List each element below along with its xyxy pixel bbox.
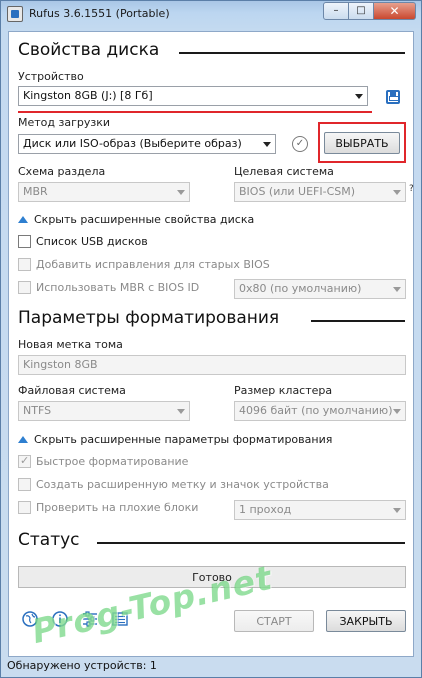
boot-selection-label: Метод загрузки <box>18 116 111 129</box>
boot-selection-dropdown[interactable]: Диск или ISO-образ (Выберите образ) <box>18 134 276 154</box>
cluster-size-value: 4096 байт (по умолчанию) <box>239 404 393 417</box>
mbr-bios-id-checkbox[interactable] <box>18 281 31 294</box>
progress-text: Готово <box>192 570 232 584</box>
collapse-arrow-icon <box>18 216 28 223</box>
file-system-value: NTFS <box>23 404 52 417</box>
bad-blocks-label: Проверить на плохие блоки <box>36 501 199 514</box>
window-title: Rufus 3.6.1551 (Portable) <box>29 7 170 20</box>
start-button[interactable]: СТАРТ <box>234 610 314 632</box>
chevron-down-icon <box>393 409 401 414</box>
passes-dropdown[interactable]: 1 проход <box>234 500 406 520</box>
device-dropdown[interactable]: Kingston 8GB (J:) [8 Гб] <box>18 86 368 106</box>
window-controls: – □ ✕ <box>323 2 416 20</box>
drive-advanced-toggle-label: Скрыть расширенные свойства диска <box>34 213 255 226</box>
target-system-label: Целевая система <box>234 165 334 178</box>
info-icon[interactable] <box>51 610 69 628</box>
status-heading: Статус <box>18 530 80 550</box>
volume-label-input[interactable]: Kingston 8GB <box>18 355 406 375</box>
section-divider <box>179 52 405 54</box>
bios-id-value: 0x80 (по умолчанию) <box>239 282 362 295</box>
section-divider <box>97 542 405 544</box>
extended-label-checkbox[interactable] <box>18 478 31 491</box>
close-button[interactable]: ЗАКРЫТЬ <box>326 610 406 632</box>
old-bios-checkbox[interactable] <box>18 258 31 271</box>
old-bios-label: Добавить исправления для старых BIOS <box>36 258 270 271</box>
list-usb-option[interactable]: Список USB дисков <box>18 235 148 248</box>
main-panel: Свойства диска Устройство Kingston 8GB (… <box>8 31 414 657</box>
drive-advanced-toggle[interactable]: Скрыть расширенные свойства диска <box>18 213 254 226</box>
device-value: Kingston 8GB (J:) [8 Гб] <box>23 89 153 102</box>
maximize-button[interactable]: □ <box>348 2 374 20</box>
format-options-heading: Параметры форматирования <box>18 308 280 328</box>
section-divider <box>311 320 405 322</box>
close-window-button[interactable]: ✕ <box>373 2 416 20</box>
file-system-dropdown[interactable]: NTFS <box>18 401 190 421</box>
old-bios-option[interactable]: Добавить исправления для старых BIOS <box>18 258 270 271</box>
partition-scheme-dropdown[interactable]: MBR <box>18 182 190 202</box>
bad-blocks-option[interactable]: Проверить на плохие блоки <box>18 501 198 514</box>
format-advanced-toggle[interactable]: Скрыть расширенные параметры форматирова… <box>18 433 332 446</box>
chevron-down-icon <box>393 190 401 195</box>
cluster-size-label: Размер кластера <box>234 384 333 397</box>
chevron-down-icon <box>263 142 271 147</box>
rufus-window: Rufus 3.6.1551 (Portable) – □ ✕ Свойства… <box>0 0 422 678</box>
volume-label-label: Новая метка тома <box>18 338 123 351</box>
quick-format-option[interactable]: Быстрое форматирование <box>18 454 189 468</box>
boot-selection-value: Диск или ISO-образ (Выберите образ) <box>23 137 242 150</box>
status-bar-text: Обнаружено устройств: 1 <box>7 659 157 672</box>
bios-id-dropdown[interactable]: 0x80 (по умолчанию) <box>234 279 406 299</box>
mbr-bios-id-label: Использовать MBR с BIOS ID <box>36 281 200 294</box>
passes-value: 1 проход <box>239 503 292 516</box>
list-usb-checkbox[interactable] <box>18 235 31 248</box>
target-system-dropdown[interactable]: BIOS (или UEFI-CSM) <box>234 182 406 202</box>
select-image-button[interactable]: ВЫБРАТЬ <box>324 132 400 154</box>
device-label: Устройство <box>18 70 84 83</box>
chevron-down-icon <box>393 287 401 292</box>
globe-icon[interactable] <box>21 610 39 628</box>
quick-format-checkbox[interactable] <box>18 454 31 468</box>
format-advanced-toggle-label: Скрыть расширенные параметры форматирова… <box>34 433 333 446</box>
cluster-size-dropdown[interactable]: 4096 байт (по умолчанию) <box>234 401 406 421</box>
target-help-icon[interactable]: ? <box>409 184 414 194</box>
save-icon[interactable] <box>386 90 400 104</box>
chevron-down-icon <box>177 190 185 195</box>
extended-label-label: Создать расширенную метку и значок устро… <box>36 478 329 491</box>
list-usb-label: Список USB дисков <box>36 235 148 248</box>
target-system-value: BIOS (или UEFI-CSM) <box>239 185 356 198</box>
check-circle-icon[interactable]: ✓ <box>292 136 308 152</box>
minimize-button[interactable]: – <box>323 2 349 20</box>
mbr-bios-id-option[interactable]: Использовать MBR с BIOS ID <box>18 281 199 294</box>
chevron-down-icon <box>177 409 185 414</box>
rufus-app-icon <box>7 6 23 22</box>
drive-properties-heading: Свойства диска <box>18 40 160 60</box>
title-bar[interactable]: Rufus 3.6.1551 (Portable) – □ ✕ <box>1 1 421 31</box>
partition-scheme-label: Схема раздела <box>18 165 106 178</box>
collapse-arrow-icon <box>18 436 28 443</box>
device-highlight-underline <box>18 111 372 113</box>
file-system-label: Файловая система <box>18 384 126 397</box>
chevron-down-icon <box>393 508 401 513</box>
extended-label-option[interactable]: Создать расширенную метку и значок устро… <box>18 478 329 491</box>
progress-bar: Готово <box>18 566 406 588</box>
log-icon[interactable] <box>111 610 129 628</box>
bad-blocks-checkbox[interactable] <box>18 501 31 514</box>
settings-sliders-icon[interactable] <box>81 610 99 628</box>
quick-format-label: Быстрое форматирование <box>36 455 189 468</box>
chevron-down-icon <box>355 94 363 99</box>
partition-scheme-value: MBR <box>23 185 48 198</box>
